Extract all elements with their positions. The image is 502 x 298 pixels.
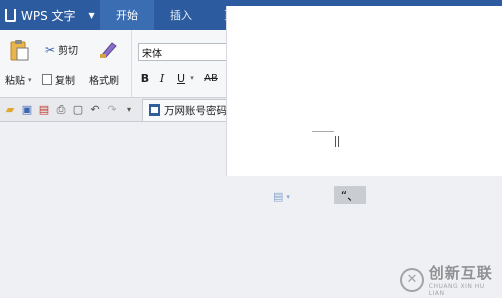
undo-icon[interactable]: ↶ — [88, 103, 102, 117]
watermark-brand: 创新互联 — [428, 264, 493, 282]
italic-button[interactable]: I — [156, 69, 168, 87]
chevron-down-icon: ▾ — [286, 192, 290, 201]
app-menu-button[interactable]: WPS 文字 ▼ — [0, 0, 100, 30]
strikethrough-button[interactable]: AB — [199, 69, 223, 87]
text-cursor — [335, 136, 336, 147]
chevron-down-icon[interactable]: ▾ — [188, 69, 196, 87]
print-preview-icon[interactable]: ▢ — [71, 103, 85, 117]
bold-button[interactable]: B — [139, 69, 151, 87]
watermark-logo: ✕ 创新互联 CHUANG XIN HU LIAN — [400, 262, 502, 297]
brand-logo-icon: ✕ — [400, 267, 424, 292]
format-painter-icon[interactable] — [98, 39, 120, 59]
underline-button[interactable]: U — [174, 69, 188, 87]
text-cursor — [338, 136, 339, 147]
paste-options-icon: ▤ — [273, 190, 284, 203]
save-icon[interactable]: ▣ — [20, 103, 34, 117]
scissors-icon: ✂ — [45, 42, 56, 57]
chevron-down-icon: ▾ — [28, 75, 32, 84]
document-page[interactable] — [226, 6, 502, 176]
cut-button[interactable]: ✂ 剪切 — [45, 42, 78, 58]
copy-icon — [42, 74, 52, 85]
open-folder-icon[interactable]: ▰ — [3, 103, 17, 117]
paste-options-button[interactable]: ▤ ▾ — [273, 190, 290, 203]
print-icon[interactable]: ⎙ — [54, 103, 68, 117]
wps-logo-icon — [5, 8, 16, 22]
clipboard-group: ✂ 剪切 粘贴 ▾ 复制 格式刷 — [0, 30, 132, 98]
redo-icon[interactable]: ↷ — [105, 103, 119, 117]
paste-button[interactable]: 粘贴 ▾ — [5, 72, 32, 88]
app-name: WPS 文字 — [21, 8, 76, 23]
tab-home[interactable]: 开始 — [100, 0, 154, 30]
paste-icon[interactable] — [9, 38, 29, 62]
selected-text[interactable]: “、 — [334, 186, 366, 204]
format-painter-button[interactable]: 格式刷 — [89, 72, 119, 87]
word-doc-icon — [149, 104, 160, 116]
customize-toolbar-icon[interactable]: ▾ — [122, 103, 136, 117]
tab-insert[interactable]: 插入 — [154, 0, 208, 30]
margin-corner-mark — [312, 124, 334, 132]
chevron-down-icon: ▼ — [88, 10, 95, 20]
watermark-brand-en: CHUANG XIN HU LIAN — [428, 283, 485, 297]
export-pdf-icon[interactable]: ▤ — [37, 103, 51, 117]
copy-button[interactable]: 复制 — [42, 72, 75, 87]
